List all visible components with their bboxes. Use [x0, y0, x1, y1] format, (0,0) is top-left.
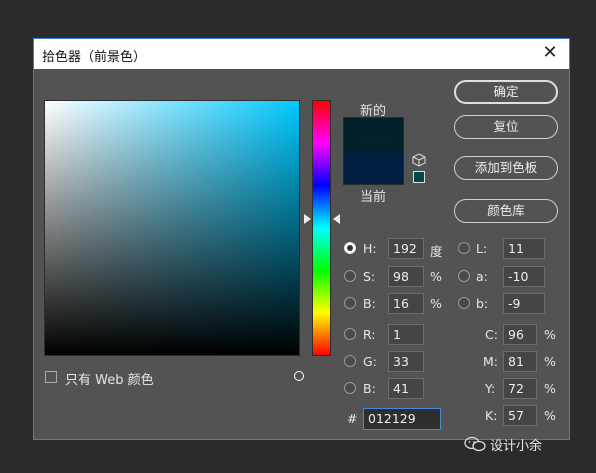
hue-slider-left-handle-icon[interactable]	[304, 214, 311, 224]
lab-b-input[interactable]: -9	[503, 293, 545, 314]
ok-button[interactable]: 确定	[454, 80, 558, 104]
l-input[interactable]: 11	[503, 238, 545, 259]
b-input[interactable]: 16	[388, 293, 424, 314]
color-picker-dialog: 拾色器（前景色） ✕ 新的 当前 确定 复位 添加到色板 颜色库 H: 192 …	[33, 38, 570, 440]
m-unit: %	[544, 354, 556, 369]
web-colors-only-checkbox[interactable]	[45, 371, 57, 383]
hue-slider[interactable]	[312, 100, 331, 356]
h-unit: 度	[430, 244, 443, 259]
lab-b-label: b:	[476, 296, 489, 311]
s-label: S:	[363, 269, 376, 284]
g-input[interactable]: 33	[388, 351, 424, 372]
color-marker[interactable]	[294, 371, 304, 381]
rgb-b-label: B:	[363, 381, 376, 396]
web-colors-only-label: 只有 Web 颜色	[65, 373, 154, 388]
g-radio[interactable]	[344, 355, 356, 367]
h-input[interactable]: 192	[388, 238, 424, 259]
k-label: K:	[485, 408, 498, 423]
a-radio[interactable]	[458, 270, 470, 282]
hue-slider-right-handle-icon[interactable]	[333, 214, 340, 224]
current-color-label: 当前	[360, 190, 387, 205]
r-input[interactable]: 1	[388, 324, 424, 345]
y-input[interactable]: 72	[503, 378, 537, 399]
saturation-brightness-field[interactable]	[44, 100, 304, 381]
reset-button[interactable]: 复位	[454, 115, 558, 139]
new-color-swatch	[343, 117, 404, 151]
k-input[interactable]: 57	[503, 405, 537, 426]
k-unit: %	[544, 408, 556, 423]
rgb-b-radio[interactable]	[344, 382, 356, 394]
a-label: a:	[476, 269, 488, 284]
web-safe-swatch-icon[interactable]	[413, 171, 425, 183]
h-label: H:	[363, 241, 377, 256]
b-label: B:	[363, 296, 376, 311]
lab-b-radio[interactable]	[458, 297, 470, 309]
hex-label: #	[347, 411, 358, 426]
a-input[interactable]: -10	[503, 266, 545, 287]
add-to-swatches-button[interactable]: 添加到色板	[454, 156, 558, 180]
s-input[interactable]: 98	[388, 266, 424, 287]
c-unit: %	[544, 327, 556, 342]
rgb-b-input[interactable]: 41	[388, 378, 424, 399]
title-bar: 拾色器（前景色） ✕	[34, 39, 569, 69]
g-label: G:	[363, 354, 377, 369]
b-unit: %	[430, 296, 442, 311]
c-input[interactable]: 96	[503, 324, 537, 345]
wechat-icon	[464, 436, 486, 452]
s-radio[interactable]	[344, 270, 356, 282]
close-icon[interactable]: ✕	[539, 42, 561, 64]
m-input[interactable]: 81	[503, 351, 537, 372]
h-radio[interactable]	[344, 242, 356, 254]
current-color-swatch[interactable]	[343, 151, 404, 185]
out-of-gamut-cube-icon[interactable]	[412, 153, 426, 167]
c-label: C:	[485, 327, 498, 342]
color-libraries-button[interactable]: 颜色库	[454, 199, 558, 223]
y-unit: %	[544, 381, 556, 396]
r-radio[interactable]	[344, 328, 356, 340]
watermark-text: 设计小余	[490, 439, 543, 454]
b-radio[interactable]	[344, 297, 356, 309]
l-radio[interactable]	[458, 242, 470, 254]
y-label: Y:	[485, 381, 496, 396]
hex-input[interactable]: 012129	[363, 408, 441, 430]
r-label: R:	[363, 327, 376, 342]
m-label: M:	[483, 354, 498, 369]
dialog-title: 拾色器（前景色）	[42, 50, 147, 65]
s-unit: %	[430, 269, 442, 284]
l-label: L:	[476, 241, 488, 256]
